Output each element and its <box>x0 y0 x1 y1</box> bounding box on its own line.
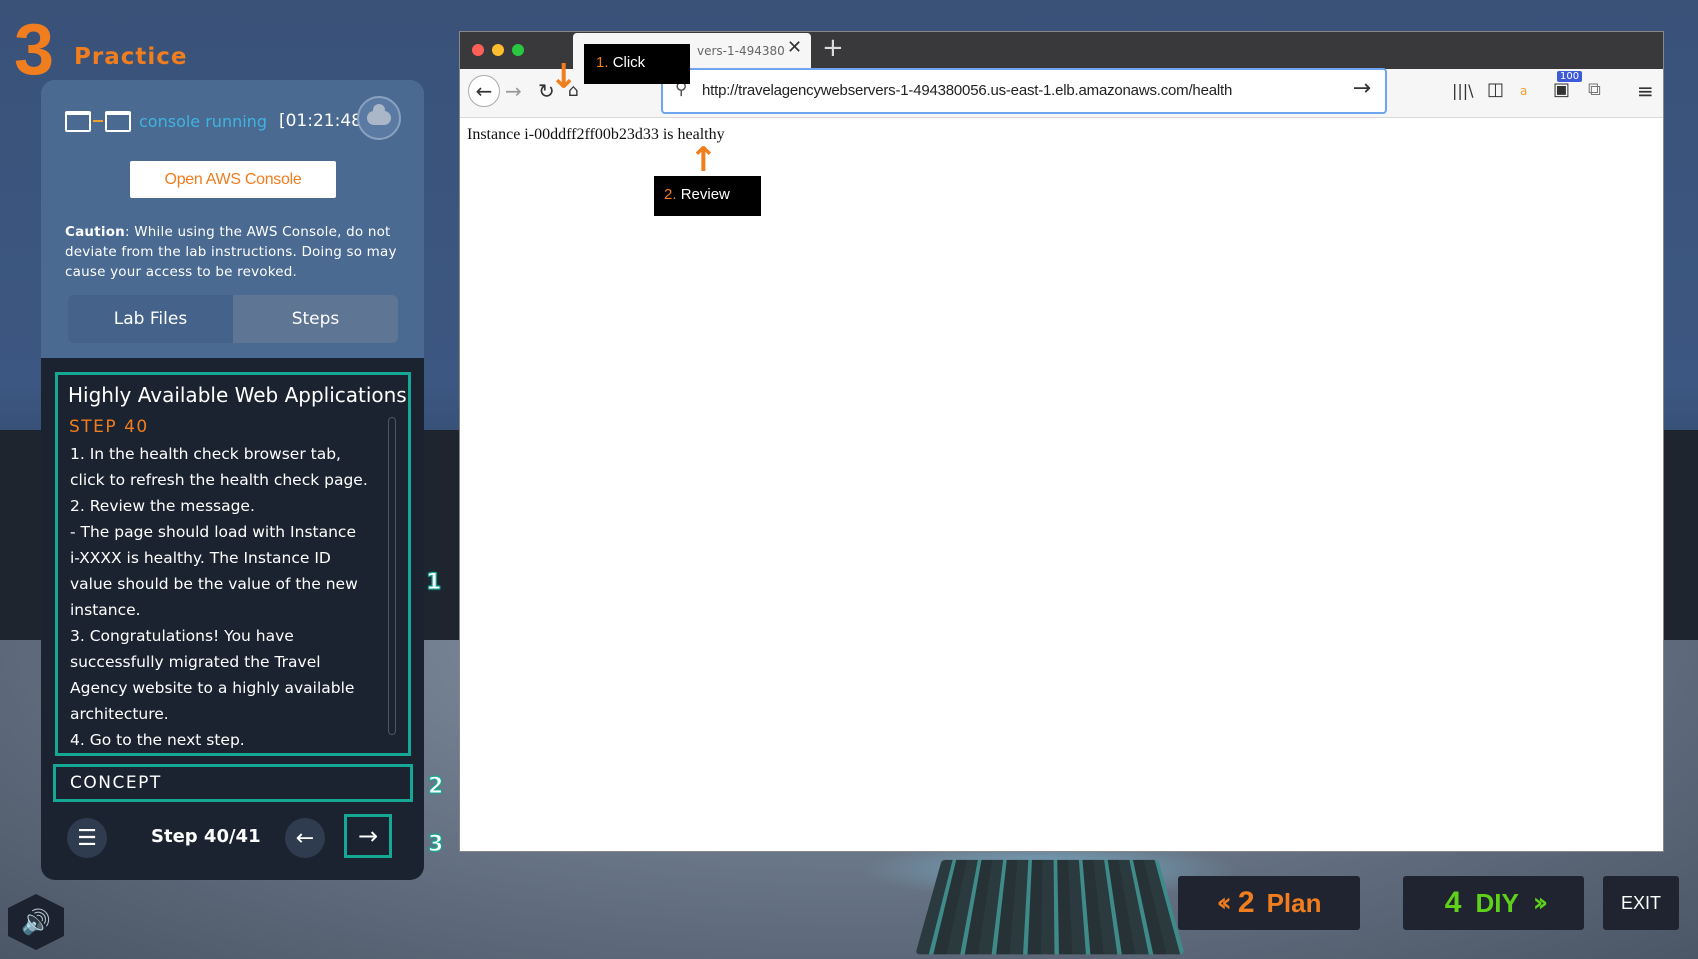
tab-steps[interactable]: Steps <box>233 295 398 343</box>
click-callout: 1. Click <box>584 44 690 84</box>
arrow-right-icon: → <box>358 822 378 850</box>
back-icon[interactable]: ← <box>468 75 500 107</box>
double-chevron-left-icon: ‹‹ <box>1216 888 1225 918</box>
step-label: STEP 40 <box>69 417 149 437</box>
health-check-message: Instance i-00ddff2ff00b23d33 is healthy <box>467 126 725 144</box>
marker-3: 3 <box>428 832 443 857</box>
click-callout-number: 1. <box>596 54 609 71</box>
phase-number: 3 <box>14 14 54 86</box>
arrow-left-icon: ← <box>296 826 314 851</box>
panel-top: console running [01:21:48] Open AWS Cons… <box>41 80 424 358</box>
step-instructions: 1. In the health check browser tab, clic… <box>70 441 370 753</box>
marker-2: 2 <box>428 774 443 799</box>
console-window-icon <box>65 111 131 132</box>
review-arrow-icon: ↑ <box>689 140 718 180</box>
plan-button[interactable]: ‹‹ 2 Plan <box>1178 876 1360 930</box>
exit-button[interactable]: EXIT <box>1603 876 1679 930</box>
phase-title: Practice <box>74 44 187 70</box>
screenshot-icon[interactable]: ▣ <box>1553 79 1570 100</box>
menu-icon[interactable]: ≡ <box>1637 79 1654 103</box>
console-status-row: console running [01:21:48] <box>65 106 369 136</box>
console-timer: [01:21:48] <box>279 111 369 131</box>
browser-window: vers-1-494380 ✕ + ← → ↻ ⌂ ⚲ http://trave… <box>459 31 1664 852</box>
console-status: console running <box>139 112 267 131</box>
review-callout: 2. Review <box>654 176 761 216</box>
close-window-dot[interactable] <box>472 44 484 56</box>
list-icon: ☰ <box>77 826 97 851</box>
marker-1: 1 <box>426 570 441 595</box>
review-callout-number: 2. <box>664 186 677 203</box>
tab-lab-files[interactable]: Lab Files <box>68 295 233 343</box>
double-chevron-right-icon: ›› <box>1533 888 1542 918</box>
speaker-icon: 🔊 <box>21 908 51 936</box>
platform <box>915 860 1184 955</box>
step-list-button[interactable]: ☰ <box>67 818 107 858</box>
diy-number: 4 <box>1445 886 1462 920</box>
cloud-icon <box>367 111 391 125</box>
step-line: - The page should load with Instance i-X… <box>70 519 370 623</box>
step-line: 3. Congratulations! You have successfull… <box>70 623 370 727</box>
step-navigation: ☰ Step 40/41 ← → <box>41 814 424 864</box>
go-arrow-icon[interactable]: → <box>1353 76 1371 101</box>
step-line: 2. Review the message. <box>70 493 370 519</box>
steps-title: Highly Available Web Applications <box>68 383 407 407</box>
maximize-window-dot[interactable] <box>512 44 524 56</box>
crop-icon[interactable]: ⧉ <box>1588 79 1601 100</box>
browser-tab-title: vers-1-494380 <box>697 44 785 58</box>
diy-button[interactable]: 4 DIY ›› <box>1403 876 1584 930</box>
steps-area: Highly Available Web Applications STEP 4… <box>41 358 424 880</box>
caution-text: Caution: While using the AWS Console, do… <box>65 222 405 282</box>
caution-label: Caution <box>65 224 125 240</box>
next-step-button[interactable]: → <box>344 814 392 858</box>
close-tab-icon[interactable]: ✕ <box>787 37 802 58</box>
url-input[interactable]: http://travelagencywebservers-1-49438005… <box>702 82 1232 99</box>
forward-icon[interactable]: → <box>505 79 522 103</box>
step-line: 4. Go to the next step. <box>70 727 370 753</box>
steps-scrollbar[interactable] <box>388 417 396 735</box>
lab-panel: console running [01:21:48] Open AWS Cons… <box>41 80 424 880</box>
click-callout-label: Click <box>613 54 646 71</box>
minimize-window-dot[interactable] <box>492 44 504 56</box>
steps-box[interactable]: Highly Available Web Applications STEP 4… <box>55 372 411 756</box>
concept-section[interactable]: CONCEPT <box>53 764 413 802</box>
url-bar[interactable]: ⚲ http://travelagencywebservers-1-494380… <box>661 68 1387 114</box>
previous-step-button[interactable]: ← <box>285 818 325 858</box>
cloud-button[interactable] <box>357 96 401 140</box>
step-line: 1. In the health check browser tab, clic… <box>70 441 370 493</box>
sidebar-icon[interactable]: ◫ <box>1487 79 1504 100</box>
open-aws-console-button[interactable]: Open AWS Console <box>130 161 336 198</box>
amazon-icon[interactable]: a <box>1520 84 1527 98</box>
plan-number: 2 <box>1238 886 1255 920</box>
plan-label: Plan <box>1267 888 1322 919</box>
diy-label: DIY <box>1475 888 1518 919</box>
new-tab-icon[interactable]: + <box>822 33 844 63</box>
notification-badge: 100 <box>1557 71 1582 82</box>
panel-tabs: Lab Files Steps <box>68 295 398 343</box>
step-counter: Step 40/41 <box>151 826 261 847</box>
review-callout-label: Review <box>681 186 730 203</box>
library-icon[interactable]: |||\ <box>1452 81 1474 100</box>
